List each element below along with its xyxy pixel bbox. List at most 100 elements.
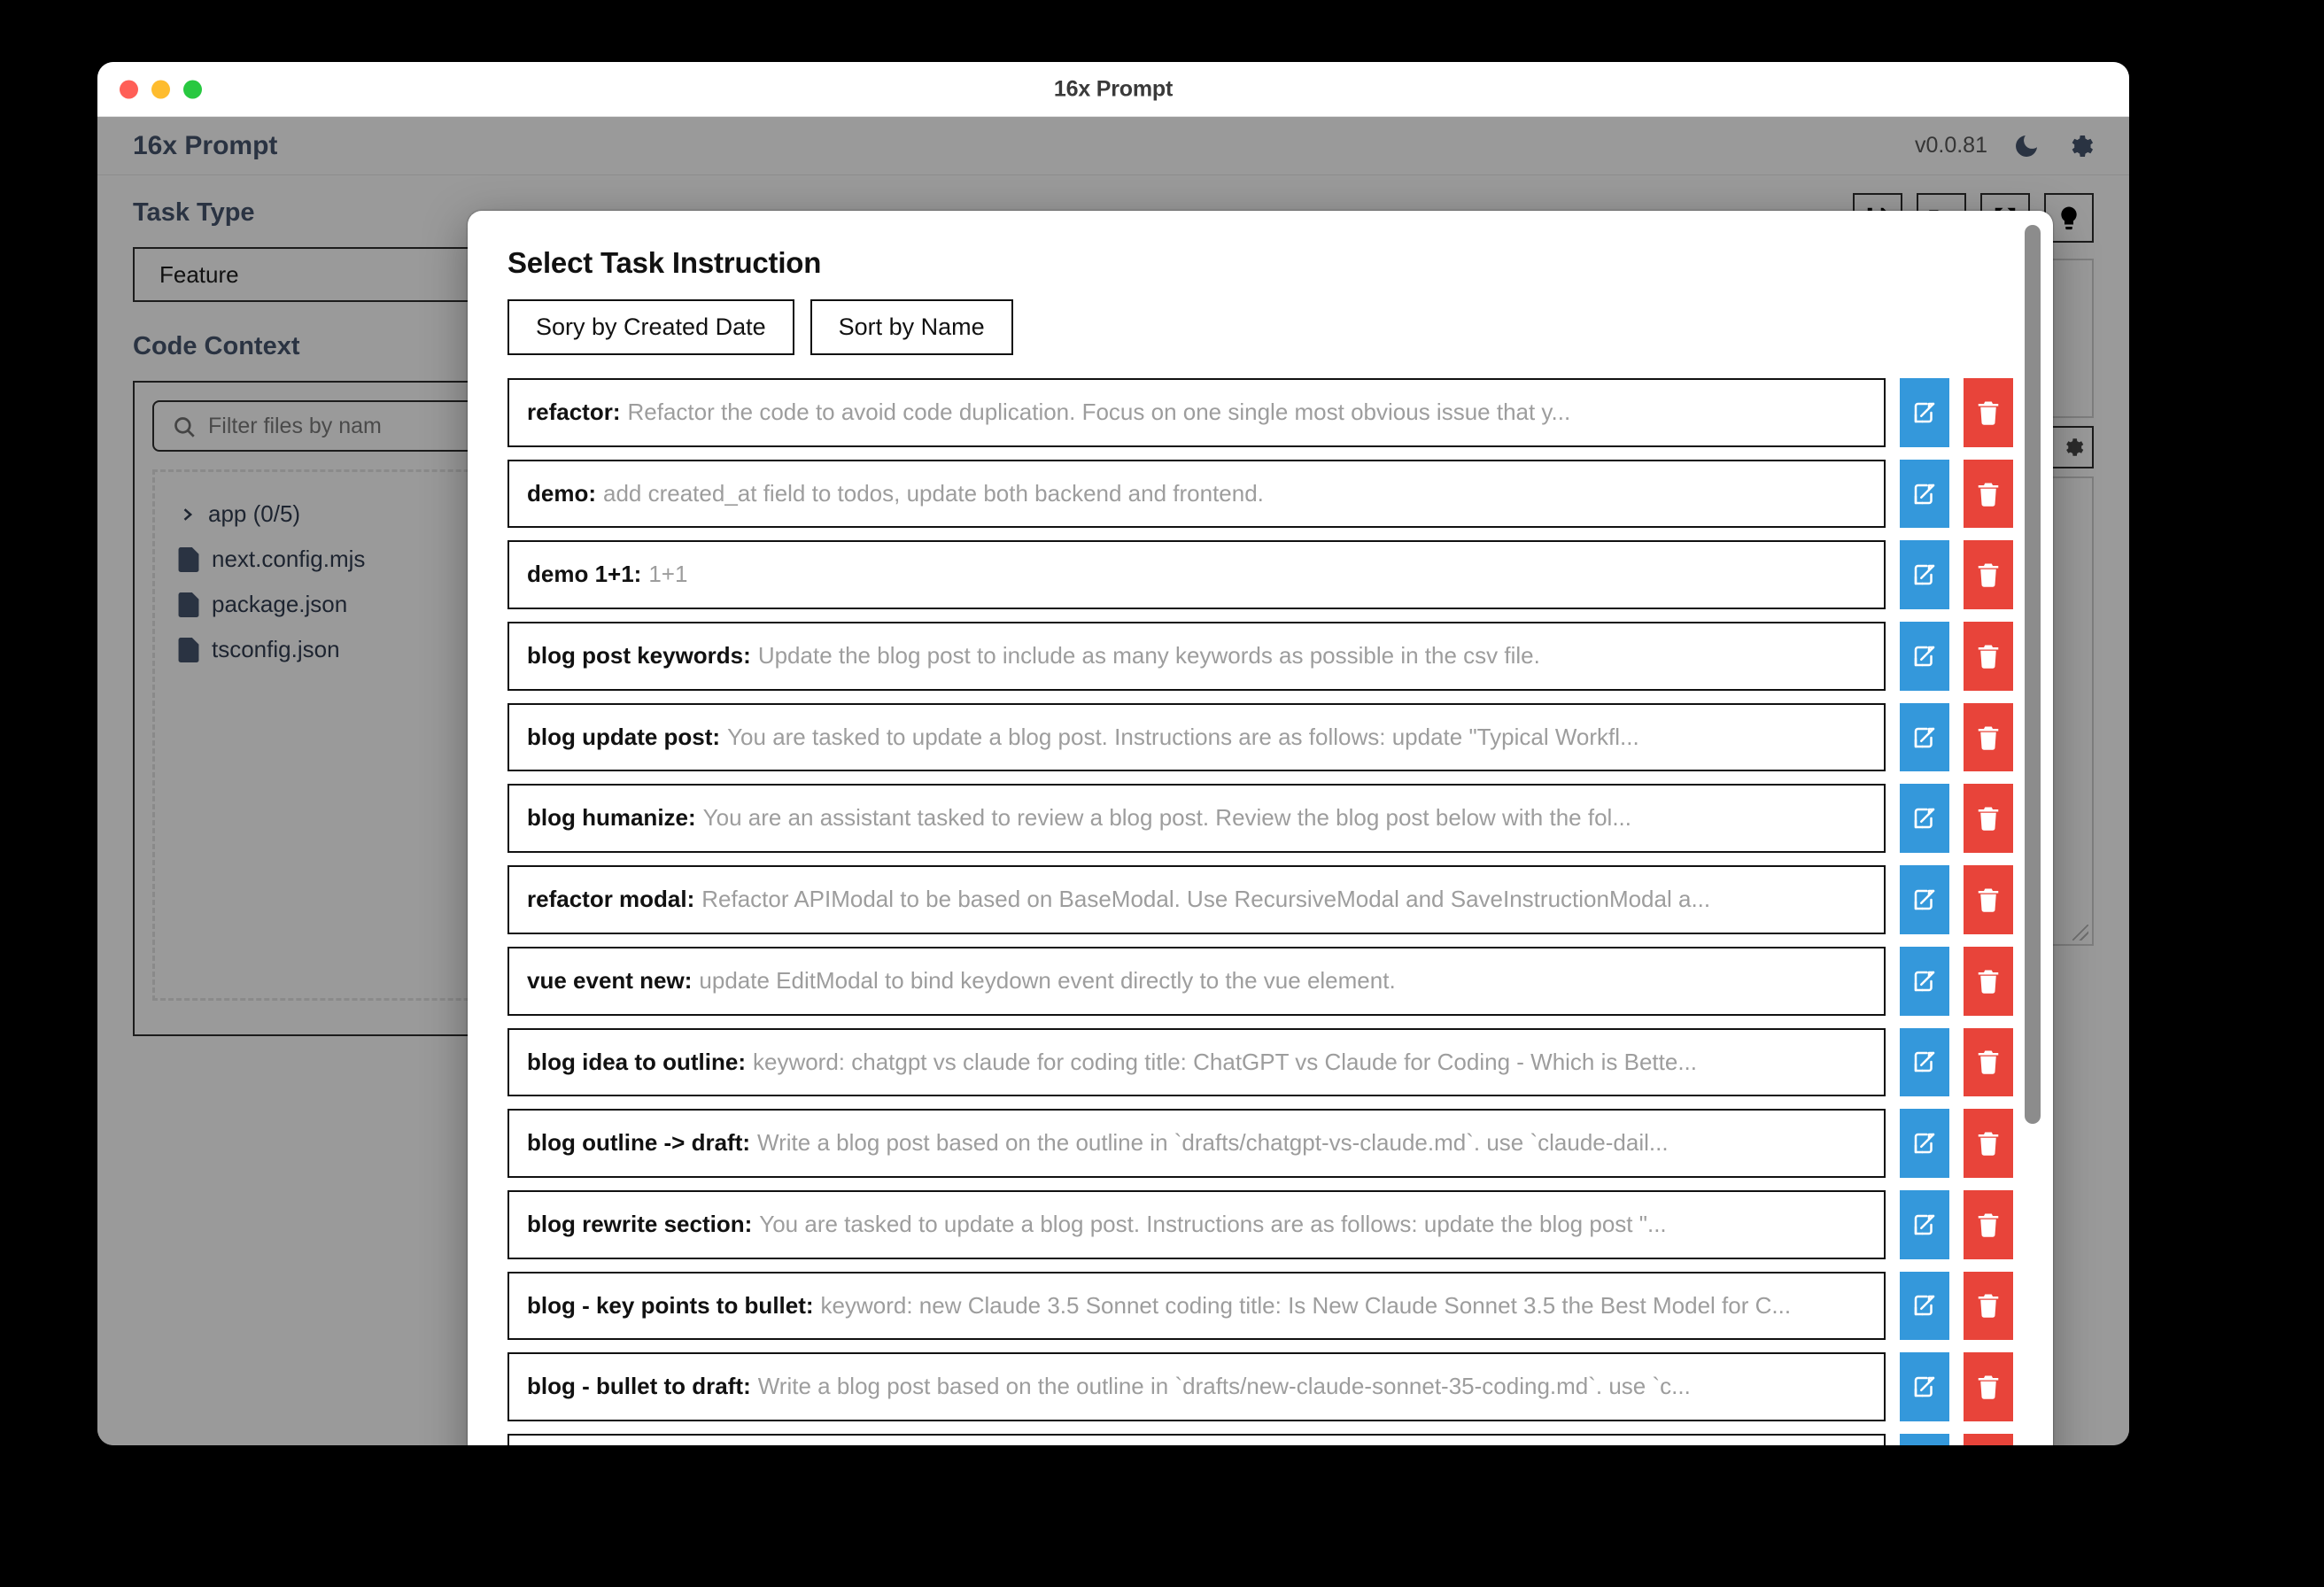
instruction-item[interactable]: blog outline -> draft: Write a blog post… <box>507 1109 1886 1178</box>
instruction-item[interactable]: blog - bullet to draft: Write a blog pos… <box>507 1352 1886 1421</box>
edit-instruction-button[interactable] <box>1900 1433 1949 1445</box>
edit-instruction-button[interactable] <box>1900 622 1949 691</box>
delete-instruction-button[interactable] <box>1964 1109 2013 1178</box>
delete-instruction-button[interactable] <box>1964 540 2013 610</box>
edit-pencil-square-icon <box>1914 809 1935 829</box>
moon-icon[interactable] <box>2012 132 2041 160</box>
trash-icon <box>1978 1050 1999 1075</box>
delete-instruction-button[interactable] <box>1964 1433 2013 1445</box>
select-task-instruction-modal: Select Task Instruction Sory by Created … <box>468 211 2053 1445</box>
edit-instruction-button[interactable] <box>1900 1027 1949 1097</box>
instruction-description: 1+1 <box>648 561 688 588</box>
tree-item-label: next.config.mjs <box>212 546 366 572</box>
edit-instruction-button[interactable] <box>1900 1109 1949 1178</box>
delete-instruction-button[interactable] <box>1964 1189 2013 1259</box>
delete-instruction-button[interactable] <box>1964 784 2013 854</box>
token-settings-button[interactable] <box>2051 426 2094 468</box>
window-title: 16x Prompt <box>1053 76 1174 101</box>
app-version-label: v0.0.81 <box>1914 133 1987 158</box>
modal-scrollbar[interactable] <box>2025 225 2041 1445</box>
delete-instruction-button[interactable] <box>1964 622 2013 691</box>
tree-item-label: package.json <box>212 591 348 617</box>
tree-item-label: tsconfig.json <box>212 636 340 662</box>
instruction-name: refactor: <box>527 399 621 425</box>
instruction-row: refactor: Refactor the code to avoid cod… <box>507 378 2013 447</box>
resize-grip-icon[interactable] <box>2072 925 2088 941</box>
trash-icon <box>1978 888 1999 912</box>
instruction-row: blog outline -> draft: Write a blog post… <box>507 1109 2013 1178</box>
chevron-right-icon <box>183 507 193 521</box>
instruction-name: blog update post: <box>527 723 721 750</box>
sort-by-name-button[interactable]: Sort by Name <box>810 299 1013 355</box>
delete-instruction-button[interactable] <box>1964 459 2013 529</box>
instruction-item[interactable]: blog idea to outline: keyword: chatgpt v… <box>507 1027 1886 1097</box>
instruction-item[interactable]: blog humanize: You are an assistant task… <box>507 784 1886 854</box>
instruction-row: blog - bullet to draft: Write a blog pos… <box>507 1352 2013 1421</box>
instruction-item[interactable]: blog - key points to bullet: keyword: ne… <box>507 1271 1886 1341</box>
app-header-actions: v0.0.81 <box>1915 132 2094 160</box>
instruction-item[interactable]: blog - humanize: You are an assistant ta… <box>507 1433 1886 1445</box>
edit-pencil-square-icon <box>1914 1052 1935 1072</box>
edit-instruction-button[interactable] <box>1900 1189 1949 1259</box>
delete-instruction-button[interactable] <box>1964 1271 2013 1341</box>
file-icon <box>178 592 199 617</box>
instruction-description: Refactor APIModal to be based on BaseMod… <box>701 886 1711 913</box>
instruction-name: demo 1+1: <box>527 561 642 588</box>
instruction-description: keyword: chatgpt vs claude for coding ti… <box>752 1048 1697 1075</box>
sort-controls: Sory by Created Date Sort by Name <box>507 299 2013 355</box>
instruction-name: vue event new: <box>527 966 693 994</box>
trash-icon <box>1978 970 1999 994</box>
instruction-description: You are tasked to update a blog post. In… <box>759 1210 1667 1237</box>
gear-icon[interactable] <box>2065 132 2094 160</box>
instruction-item[interactable]: blog update post: You are tasked to upda… <box>507 702 1886 772</box>
instruction-item[interactable]: demo: add created_at field to todos, upd… <box>507 459 1886 529</box>
edit-pencil-square-icon <box>1914 1296 1935 1316</box>
edit-instruction-button[interactable] <box>1900 1271 1949 1341</box>
edit-instruction-button[interactable] <box>1900 459 1949 529</box>
edit-pencil-square-icon <box>1914 1376 1935 1397</box>
instruction-name: blog idea to outline: <box>527 1048 746 1075</box>
delete-instruction-button[interactable] <box>1964 946 2013 1016</box>
delete-instruction-button[interactable] <box>1964 865 2013 934</box>
edit-instruction-button[interactable] <box>1900 784 1949 854</box>
instruction-item[interactable]: refactor modal: Refactor APIModal to be … <box>507 865 1886 934</box>
delete-instruction-button[interactable] <box>1964 702 2013 772</box>
lightbulb-icon <box>2061 206 2077 230</box>
edit-pencil-square-icon <box>1914 564 1935 585</box>
edit-pencil-square-icon <box>1914 971 1935 991</box>
delete-instruction-button[interactable] <box>1964 378 2013 447</box>
edit-instruction-button[interactable] <box>1900 1352 1949 1421</box>
instruction-name: blog post keywords: <box>527 642 751 670</box>
edit-instruction-button[interactable] <box>1900 865 1949 934</box>
instruction-row: blog idea to outline: keyword: chatgpt v… <box>507 1027 2013 1097</box>
instruction-description: Refactor the code to avoid code duplicat… <box>627 399 1571 425</box>
instruction-name: refactor modal: <box>527 886 695 913</box>
instruction-description: keyword: new Claude 3.5 Sonnet coding ti… <box>820 1291 1792 1319</box>
edit-instruction-button[interactable] <box>1900 540 1949 610</box>
instruction-name: blog outline -> draft: <box>527 1129 751 1157</box>
instruction-description: Write a blog post based on the outline i… <box>757 1373 1691 1400</box>
edit-instruction-button[interactable] <box>1900 378 1949 447</box>
edit-instruction-button[interactable] <box>1900 946 1949 1016</box>
instruction-item[interactable]: demo 1+1: 1+1 <box>507 540 1886 610</box>
instruction-list: refactor: Refactor the code to avoid cod… <box>507 378 2013 1445</box>
trash-icon <box>1978 1213 1999 1237</box>
modal-scrollbar-thumb[interactable] <box>2025 225 2041 1124</box>
edit-pencil-square-icon <box>1914 889 1935 910</box>
instruction-item[interactable]: vue event new: update EditModal to bind … <box>507 946 1886 1016</box>
delete-instruction-button[interactable] <box>1964 1352 2013 1421</box>
edit-pencil-square-icon <box>1914 727 1935 747</box>
delete-instruction-button[interactable] <box>1964 1027 2013 1097</box>
instruction-item[interactable]: blog rewrite section: You are tasked to … <box>507 1189 1886 1259</box>
instruction-item[interactable]: blog post keywords: Update the blog post… <box>507 622 1886 691</box>
instruction-row: blog - key points to bullet: keyword: ne… <box>507 1271 2013 1341</box>
instruction-description: Update the blog post to include as many … <box>757 642 1540 670</box>
edit-instruction-button[interactable] <box>1900 702 1949 772</box>
desktop-backdrop: 16x Prompt 16x Prompt v0.0.81 Task Type … <box>0 0 2324 1587</box>
instruction-name: blog - bullet to draft: <box>527 1373 751 1400</box>
sort-by-created-date-button[interactable]: Sory by Created Date <box>507 299 794 355</box>
instruction-description: add created_at field to todos, update bo… <box>603 479 1264 507</box>
edit-pencil-square-icon <box>1914 646 1935 667</box>
instruction-item[interactable]: refactor: Refactor the code to avoid cod… <box>507 378 1886 447</box>
app-window: 16x Prompt 16x Prompt v0.0.81 Task Type … <box>97 62 2129 1445</box>
